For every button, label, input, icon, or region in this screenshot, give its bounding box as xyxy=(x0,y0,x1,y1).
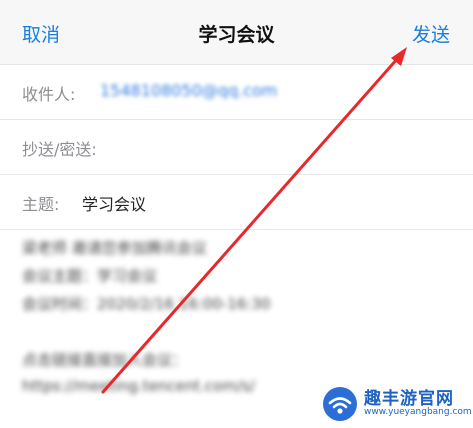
message-line: 点击链接直接加入会议： xyxy=(22,351,188,369)
recipient-field[interactable]: 1548108050@qq.com xyxy=(100,81,277,100)
page-title: 学习会议 xyxy=(198,24,275,46)
subject-row[interactable]: 主题: 学习会议 xyxy=(0,175,473,230)
message-link[interactable]: https://meeting.tencent.com/s/ xyxy=(22,377,255,395)
navigation-bar: 取消 学习会议 发送 xyxy=(0,0,473,65)
watermark-url: www.yueyangbang.com xyxy=(364,407,472,418)
recipient-label: 收件人: xyxy=(22,85,76,104)
message-line: 会议时间：2020/2/16 16:00-16:30 xyxy=(22,295,271,313)
message-line: 会议主题：学习会议 xyxy=(22,267,158,285)
watermark-title: 趣丰游官网 xyxy=(364,388,454,409)
send-button[interactable]: 发送 xyxy=(412,20,450,47)
message-line: 梁老师 邀请您参加腾讯会议 xyxy=(22,239,207,257)
cc-bcc-row[interactable]: 抄送/密送: xyxy=(0,120,473,175)
watermark: 趣丰游官网 www.yueyangbang.com xyxy=(322,382,472,426)
subject-label: 主题: xyxy=(22,195,60,214)
cc-bcc-label: 抄送/密送: xyxy=(22,140,97,159)
wifi-logo-icon xyxy=(323,387,357,421)
recipient-row[interactable]: 收件人: 1548108050@qq.com xyxy=(0,65,473,120)
subject-field[interactable]: 学习会议 xyxy=(82,191,146,215)
